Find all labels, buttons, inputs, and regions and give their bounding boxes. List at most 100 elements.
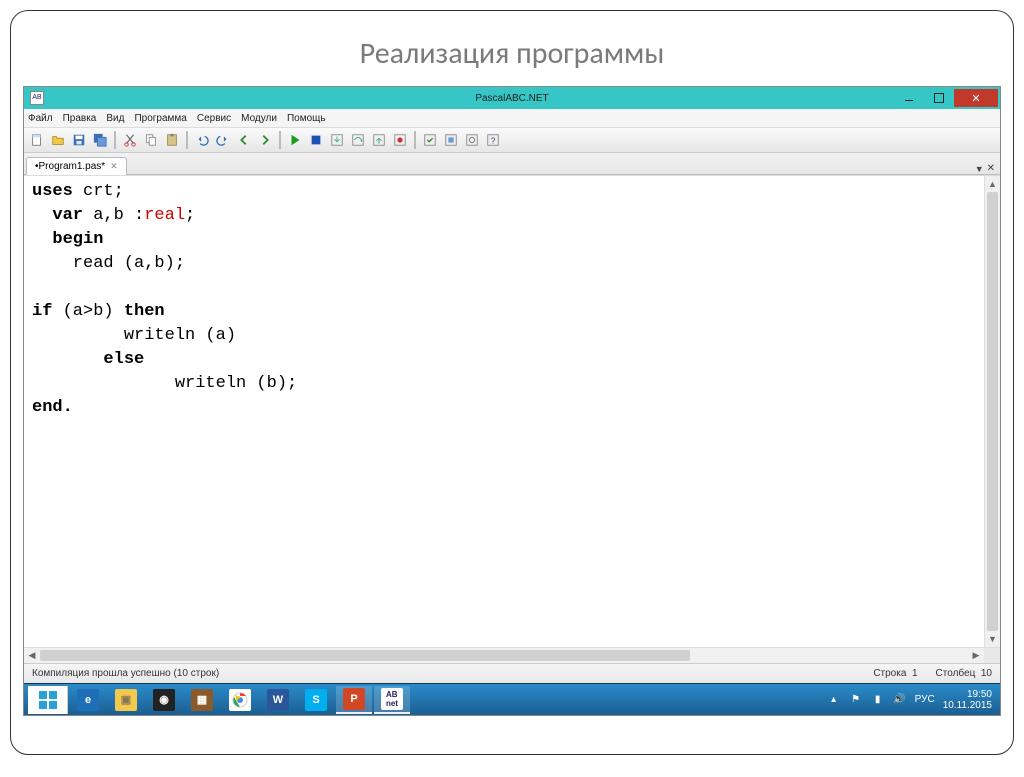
menu-help[interactable]: Помощь xyxy=(287,113,326,124)
status-line: Строка 1 xyxy=(873,668,917,679)
scroll-down-icon[interactable]: ▼ xyxy=(985,631,1000,647)
scroll-track[interactable] xyxy=(985,192,1000,631)
tab-label: •Program1.pas* xyxy=(35,161,105,172)
save-button[interactable] xyxy=(70,131,88,149)
tab-strip: •Program1.pas* ✕ ▼ ✕ xyxy=(24,153,1000,175)
vertical-scrollbar[interactable]: ▲ ▼ xyxy=(984,176,1000,647)
taskbar-powerpoint[interactable]: P xyxy=(336,686,372,714)
copy-button[interactable] xyxy=(142,131,160,149)
status-line-value: 1 xyxy=(912,668,918,679)
code-kw: if xyxy=(32,302,52,321)
taskbar-app-brown[interactable]: ▦ xyxy=(184,686,220,714)
menubar: Файл Правка Вид Программа Сервис Модули … xyxy=(24,109,1000,127)
new-file-button[interactable] xyxy=(28,131,46,149)
close-button[interactable] xyxy=(954,89,998,107)
menu-modules[interactable]: Модули xyxy=(241,113,277,124)
tray-flag-icon[interactable]: ⚑ xyxy=(849,693,863,707)
status-bar: Компиляция прошла успешно (10 строк) Стр… xyxy=(24,663,1000,683)
build-button[interactable] xyxy=(442,131,460,149)
maximize-button[interactable] xyxy=(924,89,954,107)
tab-program1[interactable]: •Program1.pas* ✕ xyxy=(26,157,127,175)
taskbar-word[interactable]: W xyxy=(260,686,296,714)
taskbar-skype[interactable]: S xyxy=(298,686,334,714)
step-out-button[interactable] xyxy=(370,131,388,149)
open-file-button[interactable] xyxy=(49,131,67,149)
slide-frame: Реализация программы AB PascalABC.NET Фа… xyxy=(10,10,1014,755)
code-kw: end. xyxy=(32,398,73,417)
taskbar-explorer[interactable]: ▣ xyxy=(108,686,144,714)
breakpoint-button[interactable] xyxy=(391,131,409,149)
taskbar-pascalabc[interactable]: ABnet xyxy=(374,686,410,714)
status-compile-text: Компиляция прошла успешно (10 строк) xyxy=(32,668,219,679)
app-icon: AB xyxy=(30,91,44,105)
code-text: read (a,b); xyxy=(32,254,185,273)
window-buttons xyxy=(894,89,998,107)
status-col-value: 10 xyxy=(981,668,992,679)
options-button[interactable] xyxy=(463,131,481,149)
scroll-track[interactable] xyxy=(40,648,968,663)
taskbar-apps: e ▣ ◉ ▦ W S P ABnet xyxy=(70,686,410,714)
taskbar-chrome[interactable] xyxy=(222,686,258,714)
menu-edit[interactable]: Правка xyxy=(63,113,97,124)
minimize-button[interactable] xyxy=(894,89,924,107)
toolbar: ? xyxy=(24,127,1000,153)
scroll-thumb[interactable] xyxy=(40,650,690,661)
compile-button[interactable] xyxy=(421,131,439,149)
start-button[interactable] xyxy=(28,686,68,714)
scroll-left-icon[interactable]: ◀ xyxy=(24,648,40,663)
stop-button[interactable] xyxy=(307,131,325,149)
tray-up-icon[interactable]: ▴ xyxy=(827,693,841,707)
tab-closeall-icon[interactable]: ✕ xyxy=(987,163,995,174)
tray-sound-icon[interactable]: 🔊 xyxy=(893,693,907,707)
redo-button[interactable] xyxy=(214,131,232,149)
scroll-up-icon[interactable]: ▲ xyxy=(985,176,1000,192)
toolbar-separator xyxy=(114,131,116,149)
horizontal-scrollbar[interactable]: ◀ ▶ xyxy=(24,647,1000,663)
editor-area: uses crt; var a,b :real; begin read (a,b… xyxy=(24,175,1000,647)
tab-close-icon[interactable]: ✕ xyxy=(110,161,118,172)
menu-file[interactable]: Файл xyxy=(28,113,53,124)
step-into-button[interactable] xyxy=(328,131,346,149)
status-col-label: Столбец xyxy=(936,668,976,679)
code-text: crt; xyxy=(73,182,124,201)
scroll-thumb[interactable] xyxy=(987,192,998,631)
taskbar-ie[interactable]: e xyxy=(70,686,106,714)
tray-clock[interactable]: 19:50 10.11.2015 xyxy=(943,689,992,711)
step-over-button[interactable] xyxy=(349,131,367,149)
tab-dropdown-icon[interactable]: ▼ xyxy=(975,164,984,174)
code-type: real xyxy=(144,206,185,225)
toolbar-separator xyxy=(279,131,281,149)
code-text: ; xyxy=(185,206,195,225)
ide-window: AB PascalABC.NET Файл Правка Вид Програм… xyxy=(23,86,1001,716)
menu-service[interactable]: Сервис xyxy=(197,113,231,124)
code-editor[interactable]: uses crt; var a,b :real; begin read (a,b… xyxy=(24,176,984,647)
paste-button[interactable] xyxy=(163,131,181,149)
menu-program[interactable]: Программа xyxy=(134,113,186,124)
code-kw: then xyxy=(124,302,165,321)
code-kw: uses xyxy=(32,182,73,201)
tray-date: 10.11.2015 xyxy=(943,700,992,711)
windows-taskbar: e ▣ ◉ ▦ W S P ABnet ▴ ⚑ ▮ 🔊 РУС 19:50 10… xyxy=(24,683,1000,715)
nav-forward-button[interactable] xyxy=(256,131,274,149)
help-toolbar-button[interactable]: ? xyxy=(484,131,502,149)
toolbar-separator xyxy=(186,131,188,149)
undo-button[interactable] xyxy=(193,131,211,149)
slide-title: Реализация программы xyxy=(23,19,1001,86)
save-all-button[interactable] xyxy=(91,131,109,149)
svg-text:?: ? xyxy=(491,137,496,146)
status-column: Столбец 10 xyxy=(936,668,992,679)
nav-back-button[interactable] xyxy=(235,131,253,149)
code-kw: begin xyxy=(32,230,103,249)
taskbar-camera[interactable]: ◉ xyxy=(146,686,182,714)
cut-button[interactable] xyxy=(121,131,139,149)
code-text: (a>b) xyxy=(52,302,123,321)
tray-language[interactable]: РУС xyxy=(915,694,935,705)
window-title: PascalABC.NET xyxy=(24,93,1000,104)
tray-network-icon[interactable]: ▮ xyxy=(871,693,885,707)
scroll-right-icon[interactable]: ▶ xyxy=(968,648,984,663)
run-button[interactable] xyxy=(286,131,304,149)
window-titlebar: AB PascalABC.NET xyxy=(24,87,1000,109)
code-text: writeln (a) xyxy=(32,326,236,345)
status-line-label: Строка xyxy=(873,668,906,679)
menu-view[interactable]: Вид xyxy=(106,113,124,124)
